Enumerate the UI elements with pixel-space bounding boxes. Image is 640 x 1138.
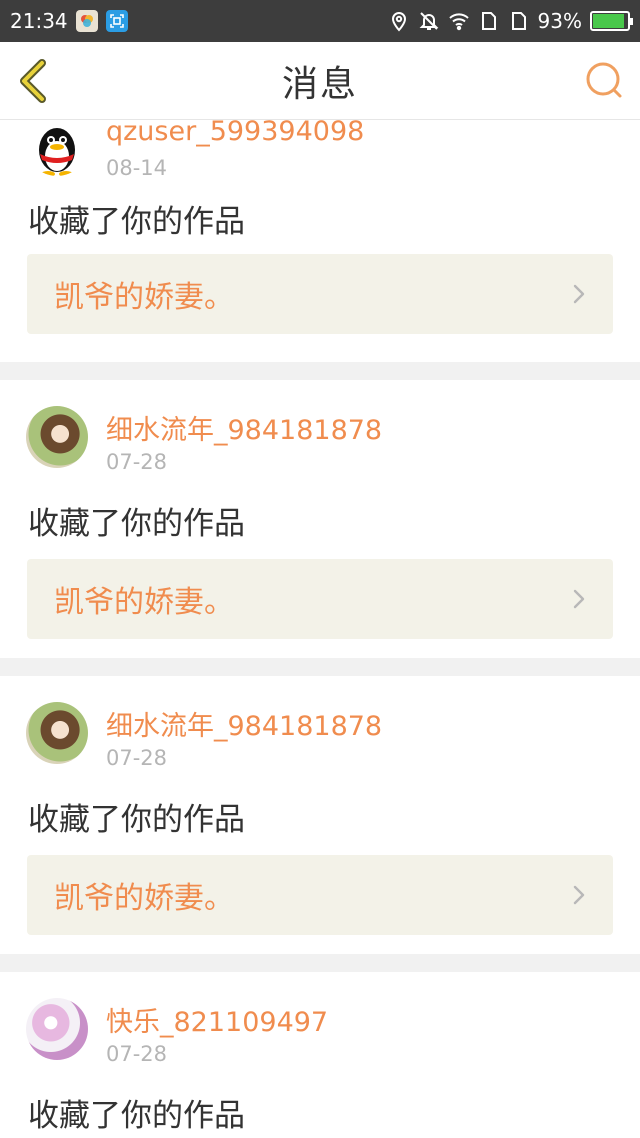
message-action: 收藏了你的作品 — [28, 802, 245, 838]
work-link[interactable]: 凯爷的娇妻。 — [27, 559, 613, 639]
sim1-signal-icon — [481, 12, 496, 30]
message-date: 08-14 — [106, 156, 168, 180]
message-date: 07-28 — [106, 746, 168, 770]
battery-percent: 93% — [537, 9, 582, 33]
mute-bell-icon — [419, 12, 438, 30]
message-card: 细水流年_984181878 07-28 收藏了你的作品 凯爷的娇妻。 — [0, 380, 640, 658]
flower-photo-avatar[interactable] — [26, 998, 88, 1060]
message-action: 收藏了你的作品 — [28, 506, 245, 542]
message-date: 07-28 — [106, 450, 168, 474]
chevron-right-icon — [573, 589, 585, 609]
message-card: 快乐_821109497 07-28 收藏了你的作品 — [0, 972, 640, 1138]
work-link[interactable]: 凯爷的娇妻。 — [27, 254, 613, 334]
message-feed[interactable]: qzuser_599394098 08-14 收藏了你的作品 凯爷的娇妻。 细水… — [0, 120, 640, 1138]
page-title: 消息 — [281, 63, 358, 105]
status-bar: 21:34 93% — [0, 0, 640, 42]
qq-penguin-avatar[interactable] — [26, 120, 88, 176]
wifi-icon — [448, 13, 469, 31]
work-link[interactable]: 凯爷的娇妻。 — [27, 855, 613, 935]
message-action: 收藏了你的作品 — [28, 204, 245, 240]
username[interactable]: 细水流年_984181878 — [106, 704, 382, 743]
message-card: qzuser_599394098 08-14 收藏了你的作品 凯爷的娇妻。 — [0, 120, 640, 362]
chevron-right-icon — [573, 885, 585, 905]
status-bar-right: 93% — [388, 9, 633, 33]
nav-bar: 消息 — [0, 42, 640, 120]
screenshot-notification-icon — [105, 10, 128, 32]
message-action: 收藏了你的作品 — [28, 1098, 245, 1134]
location-icon — [391, 12, 406, 32]
battery-icon — [590, 11, 633, 31]
sim2-signal-icon — [511, 12, 526, 30]
username[interactable]: qzuser_599394098 — [106, 120, 364, 147]
username[interactable]: 快乐_821109497 — [106, 1000, 328, 1039]
work-title: 凯爷的娇妻。 — [54, 280, 234, 315]
username[interactable]: 细水流年_984181878 — [106, 408, 382, 447]
chevron-right-icon — [573, 284, 585, 304]
message-date: 07-28 — [106, 1042, 168, 1066]
work-title: 凯爷的娇妻。 — [54, 881, 234, 916]
work-title: 凯爷的娇妻。 — [54, 585, 234, 620]
message-card: 细水流年_984181878 07-28 收藏了你的作品 凯爷的娇妻。 — [0, 676, 640, 954]
back-chevron-icon[interactable] — [12, 57, 60, 105]
status-time: 21:34 — [10, 9, 68, 33]
app-notification-icon — [75, 10, 98, 32]
status-bar-left: 21:34 — [10, 9, 128, 33]
search-icon[interactable] — [582, 58, 628, 104]
girl-photo-avatar[interactable] — [26, 702, 88, 764]
girl-photo-avatar[interactable] — [26, 406, 88, 468]
